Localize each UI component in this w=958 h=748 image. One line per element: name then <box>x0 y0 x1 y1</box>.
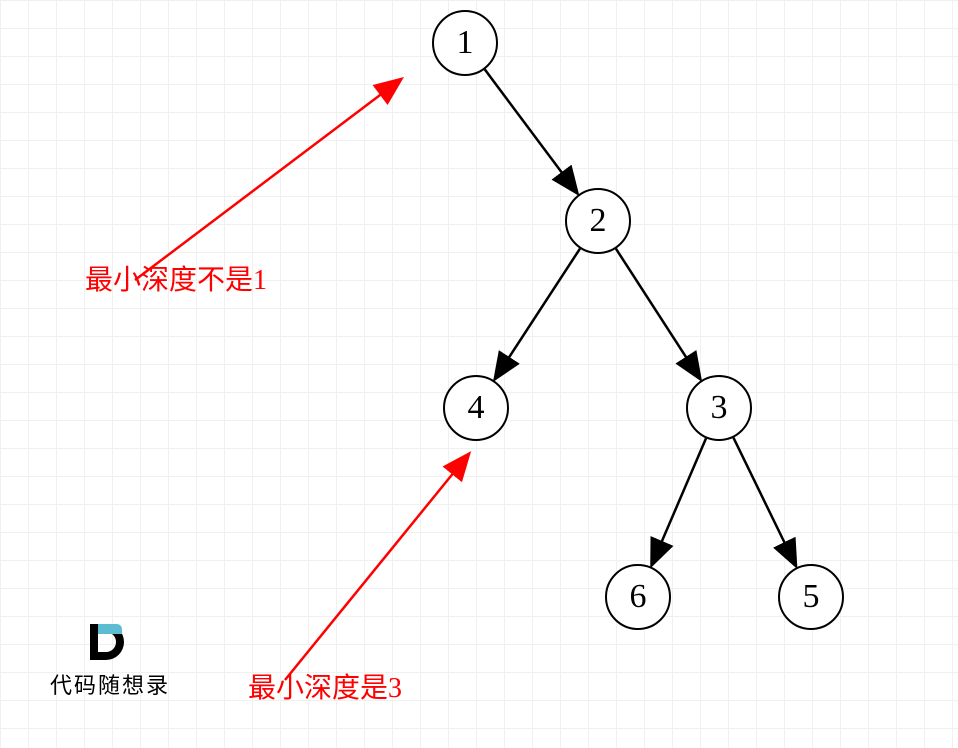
node-label: 2 <box>590 202 607 240</box>
tree-node-6: 6 <box>605 564 671 630</box>
node-label: 5 <box>803 578 820 616</box>
tree-node-2: 2 <box>565 188 631 254</box>
annotation-min-depth: 最小深度是3 <box>248 666 402 706</box>
node-label: 1 <box>457 24 474 62</box>
watermark-text: 代码随想录 <box>50 668 170 700</box>
node-label: 6 <box>630 578 647 616</box>
tree-node-4: 4 <box>443 375 509 441</box>
tree-node-5: 5 <box>778 564 844 630</box>
watermark-logo-icon <box>88 620 132 664</box>
annotation-not-min-depth: 最小深度不是1 <box>85 258 267 298</box>
watermark: 代码随想录 <box>50 620 170 700</box>
tree-node-1: 1 <box>432 10 498 76</box>
tree-node-3: 3 <box>686 375 752 441</box>
node-label: 3 <box>711 389 728 427</box>
node-label: 4 <box>468 389 485 427</box>
